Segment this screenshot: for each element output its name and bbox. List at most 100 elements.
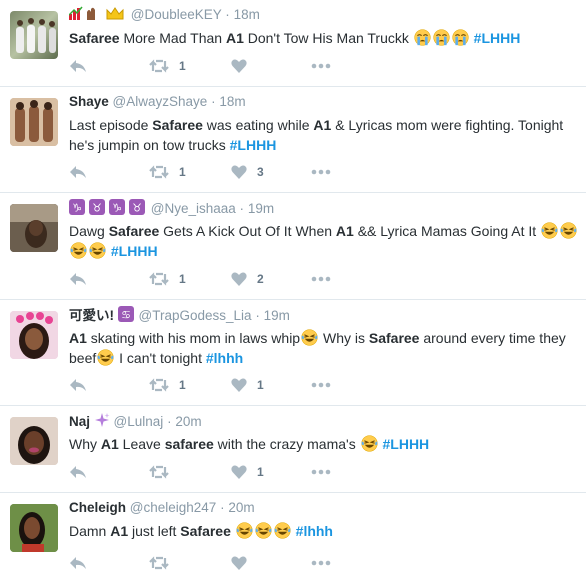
reply-button[interactable] <box>69 162 87 182</box>
retweet-button[interactable] <box>149 553 179 573</box>
zodiac-emoji-icon: ♑ ♉ ♑ ♉ <box>69 199 147 220</box>
tweet-text-run: Last episode <box>69 117 153 133</box>
separator-dot: · <box>211 94 216 109</box>
timestamp[interactable]: 19m <box>264 308 290 323</box>
retweet-button[interactable]: 1 <box>149 56 186 76</box>
highlighted-keyword: A1 <box>110 523 129 539</box>
sob-emoji <box>414 29 431 46</box>
tweet-header: Naj @Lulnaj · 20m <box>69 412 202 433</box>
avatar[interactable] <box>10 204 58 252</box>
svg-text:♉: ♉ <box>92 202 102 215</box>
avatar[interactable] <box>10 504 58 552</box>
like-button[interactable]: 1 <box>231 375 264 395</box>
laughing-emoji <box>361 435 378 452</box>
avatar-photo <box>10 98 58 146</box>
avatar[interactable] <box>10 311 58 359</box>
user-handle[interactable]: @TrapGodess_Lia <box>139 308 252 323</box>
highlighted-keyword: safaree <box>164 436 214 452</box>
avatar[interactable] <box>10 417 58 465</box>
reply-icon <box>70 557 86 569</box>
more-button[interactable] <box>311 553 331 573</box>
user-handle[interactable]: @DoubleeKEY <box>131 7 222 22</box>
avatar[interactable] <box>10 98 58 146</box>
highlighted-keyword: A1 <box>100 436 119 452</box>
tweet-text-run: skating with his mom in laws whip <box>86 330 301 346</box>
like-button[interactable] <box>231 553 257 573</box>
avatar-photo <box>10 311 58 359</box>
timestamp[interactable]: 20m <box>228 500 254 515</box>
svg-text:♉: ♉ <box>132 202 142 215</box>
highlighted-keyword: Safaree <box>69 30 120 46</box>
tweet-header: Shaye @AlwayzShaye · 18m <box>69 93 246 111</box>
reply-icon <box>70 166 86 178</box>
more-button[interactable] <box>311 269 331 289</box>
like-button[interactable]: 3 <box>231 162 264 182</box>
laughing-emoji <box>89 242 106 259</box>
hashtag-link[interactable]: #LHHH <box>474 30 521 46</box>
hashtag-link[interactable]: #LHHH <box>383 436 430 452</box>
separator-dot: · <box>167 414 172 429</box>
reply-button[interactable] <box>69 56 87 76</box>
like-button[interactable] <box>231 56 257 76</box>
tweet: Cheleigh @cheleigh247 · 20m Damn A1 just… <box>0 493 586 582</box>
laughing-emoji <box>97 349 114 366</box>
tweet-actions: 1 3 <box>69 162 369 182</box>
reply-icon <box>70 379 86 391</box>
tweet: ♑ ♉ ♑ ♉ @Nye_ishaaa · 19m Dawg Safaree G… <box>0 193 586 300</box>
hashtag-link[interactable]: #lhhh <box>206 350 243 366</box>
tweet-header: @DoubleeKEY · 18m <box>68 6 260 26</box>
tweet-actions: 1 2 <box>69 269 369 289</box>
more-button[interactable] <box>311 56 331 76</box>
reply-button[interactable] <box>69 375 87 395</box>
tweet-header: Cheleigh @cheleigh247 · 20m <box>69 499 255 517</box>
retweet-icon <box>149 272 169 286</box>
hashtag-link[interactable]: #lhhh <box>296 523 333 539</box>
svg-text:♋: ♋ <box>121 309 131 322</box>
retweet-button[interactable]: 1 <box>149 162 186 182</box>
separator-dot: · <box>239 201 245 216</box>
user-handle[interactable]: @cheleigh247 <box>130 500 217 515</box>
tweet-text-run <box>231 523 235 539</box>
retweet-icon <box>149 165 169 179</box>
hashtag-link[interactable]: #LHHH <box>230 137 277 153</box>
more-button[interactable] <box>311 462 331 482</box>
retweet-button[interactable]: 1 <box>149 375 186 395</box>
more-button[interactable] <box>311 375 331 395</box>
like-count: 1 <box>257 378 264 392</box>
laughing-emoji <box>274 522 291 539</box>
tweet-actions: 1 1 <box>69 375 369 395</box>
like-button[interactable]: 2 <box>231 269 264 289</box>
display-name[interactable]: Naj <box>69 414 90 429</box>
retweet-icon <box>149 465 169 479</box>
display-name[interactable]: 可愛い! <box>69 308 114 323</box>
like-icon <box>231 272 247 286</box>
reply-button[interactable] <box>69 553 87 573</box>
display-name[interactable]: Shaye <box>69 94 109 109</box>
hashtag-link[interactable]: #LHHH <box>111 243 158 259</box>
separator-dot: · <box>225 7 230 22</box>
tweet-text-run: More Mad Than <box>119 30 226 46</box>
like-icon <box>231 165 247 179</box>
like-button[interactable]: 1 <box>231 462 264 482</box>
retweet-icon <box>149 378 169 392</box>
laughing-emoji <box>70 242 87 259</box>
laughing-emoji <box>541 222 558 239</box>
user-handle[interactable]: @Lulnaj <box>114 414 164 429</box>
user-handle[interactable]: @AlwayzShaye <box>113 94 208 109</box>
reply-button[interactable] <box>69 269 87 289</box>
tweet-text-run: just left <box>128 523 181 539</box>
user-handle[interactable]: @Nye_ishaaa <box>151 201 236 216</box>
retweet-button[interactable]: 1 <box>149 269 186 289</box>
more-button[interactable] <box>311 162 331 182</box>
tweet-text-run: Leave <box>118 436 165 452</box>
retweet-button[interactable] <box>149 462 179 482</box>
timestamp[interactable]: 18m <box>234 7 260 22</box>
tweet-text: Safaree More Mad Than A1 Don't Tow His M… <box>69 28 579 48</box>
tweet-text-run: Don't Tow His Man Truckk <box>243 30 413 46</box>
timestamp[interactable]: 20m <box>175 414 201 429</box>
timestamp[interactable]: 18m <box>219 94 245 109</box>
reply-button[interactable] <box>69 462 87 482</box>
display-name[interactable]: Cheleigh <box>69 500 126 515</box>
timestamp[interactable]: 19m <box>248 201 274 216</box>
avatar[interactable] <box>10 11 58 59</box>
